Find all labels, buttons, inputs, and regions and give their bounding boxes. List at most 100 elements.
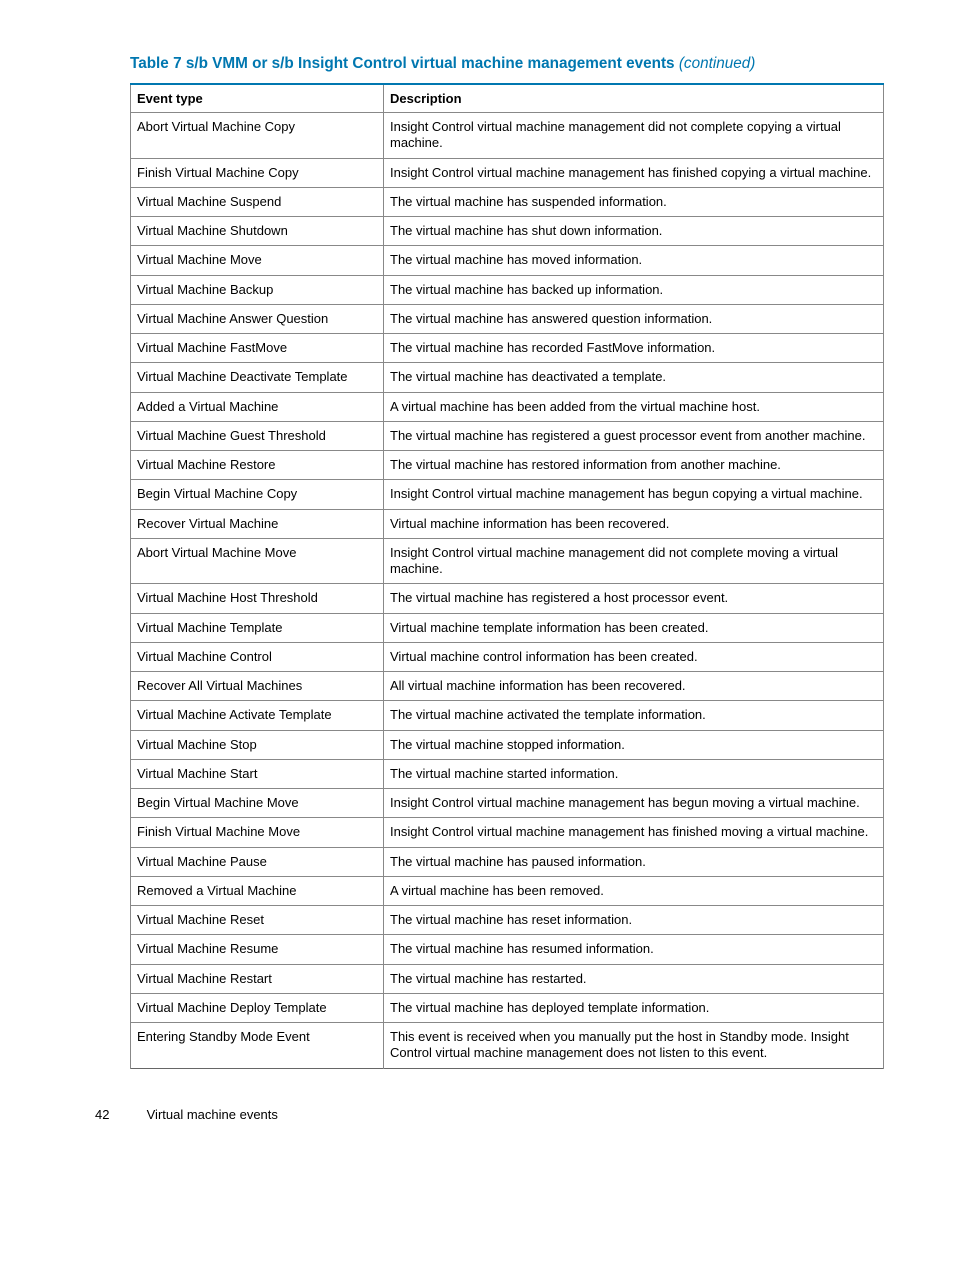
cell-description: The virtual machine has restored informa… — [384, 451, 884, 480]
cell-description: A virtual machine has been added from th… — [384, 392, 884, 421]
cell-event-type: Virtual Machine Shutdown — [131, 217, 384, 246]
cell-description: The virtual machine started information. — [384, 759, 884, 788]
cell-description: The virtual machine stopped information. — [384, 730, 884, 759]
cell-event-type: Virtual Machine Restart — [131, 964, 384, 993]
table-row: Finish Virtual Machine MoveInsight Contr… — [131, 818, 884, 847]
title-continued: (continued) — [679, 55, 756, 72]
cell-description: The virtual machine has reset informatio… — [384, 906, 884, 935]
table-row: Virtual Machine StopThe virtual machine … — [131, 730, 884, 759]
cell-event-type: Virtual Machine Pause — [131, 847, 384, 876]
cell-event-type: Virtual Machine Move — [131, 246, 384, 275]
cell-description: Insight Control virtual machine manageme… — [384, 480, 884, 509]
cell-event-type: Virtual Machine Answer Question — [131, 304, 384, 333]
table-row: Virtual Machine MoveThe virtual machine … — [131, 246, 884, 275]
cell-description: The virtual machine has resumed informat… — [384, 935, 884, 964]
cell-description: All virtual machine information has been… — [384, 672, 884, 701]
table-row: Virtual Machine SuspendThe virtual machi… — [131, 187, 884, 216]
cell-description: Virtual machine information has been rec… — [384, 509, 884, 538]
cell-description: The virtual machine has deployed templat… — [384, 993, 884, 1022]
cell-description: The virtual machine has registered a hos… — [384, 584, 884, 613]
cell-event-type: Virtual Machine Control — [131, 642, 384, 671]
cell-event-type: Abort Virtual Machine Move — [131, 538, 384, 584]
table-header-row: Event type Description — [131, 84, 884, 113]
cell-description: The virtual machine has paused informati… — [384, 847, 884, 876]
cell-description: The virtual machine has deactivated a te… — [384, 363, 884, 392]
title-main: Table 7 s/b VMM or s/b Insight Control v… — [130, 55, 679, 72]
cell-event-type: Virtual Machine Guest Threshold — [131, 421, 384, 450]
cell-description: The virtual machine has moved informatio… — [384, 246, 884, 275]
cell-event-type: Abort Virtual Machine Copy — [131, 113, 384, 159]
cell-description: The virtual machine activated the templa… — [384, 701, 884, 730]
table-row: Virtual Machine Deploy TemplateThe virtu… — [131, 993, 884, 1022]
table-row: Virtual Machine FastMoveThe virtual mach… — [131, 334, 884, 363]
table-row: Virtual Machine Host ThresholdThe virtua… — [131, 584, 884, 613]
cell-description: This event is received when you manually… — [384, 1023, 884, 1069]
cell-description: Virtual machine control information has … — [384, 642, 884, 671]
table-row: Virtual Machine ResumeThe virtual machin… — [131, 935, 884, 964]
table-row: Virtual Machine BackupThe virtual machin… — [131, 275, 884, 304]
table-row: Virtual Machine StartThe virtual machine… — [131, 759, 884, 788]
table-row: Virtual Machine Guest ThresholdThe virtu… — [131, 421, 884, 450]
cell-description: The virtual machine has restarted. — [384, 964, 884, 993]
page-footer: 42 Virtual machine events — [95, 1107, 884, 1122]
cell-event-type: Virtual Machine Host Threshold — [131, 584, 384, 613]
cell-event-type: Virtual Machine Deactivate Template — [131, 363, 384, 392]
cell-description: The virtual machine has recorded FastMov… — [384, 334, 884, 363]
cell-event-type: Virtual Machine Restore — [131, 451, 384, 480]
table-row: Recover Virtual MachineVirtual machine i… — [131, 509, 884, 538]
cell-description: Insight Control virtual machine manageme… — [384, 818, 884, 847]
cell-description: Virtual machine template information has… — [384, 613, 884, 642]
cell-event-type: Entering Standby Mode Event — [131, 1023, 384, 1069]
table-row: Virtual Machine ControlVirtual machine c… — [131, 642, 884, 671]
cell-description: The virtual machine has shut down inform… — [384, 217, 884, 246]
cell-event-type: Removed a Virtual Machine — [131, 876, 384, 905]
table-row: Virtual Machine TemplateVirtual machine … — [131, 613, 884, 642]
section-name: Virtual machine events — [147, 1107, 278, 1122]
events-table: Event type Description Abort Virtual Mac… — [130, 83, 884, 1069]
cell-description: The virtual machine has backed up inform… — [384, 275, 884, 304]
cell-event-type: Virtual Machine Activate Template — [131, 701, 384, 730]
cell-event-type: Virtual Machine Reset — [131, 906, 384, 935]
cell-description: Insight Control virtual machine manageme… — [384, 789, 884, 818]
cell-event-type: Virtual Machine Deploy Template — [131, 993, 384, 1022]
table-row: Virtual Machine ShutdownThe virtual mach… — [131, 217, 884, 246]
table-row: Virtual Machine Deactivate TemplateThe v… — [131, 363, 884, 392]
table-row: Virtual Machine Activate TemplateThe vir… — [131, 701, 884, 730]
cell-event-type: Virtual Machine FastMove — [131, 334, 384, 363]
table-row: Virtual Machine RestoreThe virtual machi… — [131, 451, 884, 480]
table-row: Virtual Machine Answer QuestionThe virtu… — [131, 304, 884, 333]
cell-description: Insight Control virtual machine manageme… — [384, 113, 884, 159]
cell-event-type: Virtual Machine Stop — [131, 730, 384, 759]
cell-event-type: Finish Virtual Machine Move — [131, 818, 384, 847]
table-row: Added a Virtual MachineA virtual machine… — [131, 392, 884, 421]
cell-event-type: Virtual Machine Start — [131, 759, 384, 788]
cell-event-type: Recover All Virtual Machines — [131, 672, 384, 701]
table-row: Abort Virtual Machine MoveInsight Contro… — [131, 538, 884, 584]
cell-event-type: Begin Virtual Machine Copy — [131, 480, 384, 509]
table-title: Table 7 s/b VMM or s/b Insight Control v… — [130, 55, 884, 73]
cell-description: Insight Control virtual machine manageme… — [384, 158, 884, 187]
cell-description: A virtual machine has been removed. — [384, 876, 884, 905]
cell-event-type: Added a Virtual Machine — [131, 392, 384, 421]
cell-event-type: Begin Virtual Machine Move — [131, 789, 384, 818]
cell-event-type: Finish Virtual Machine Copy — [131, 158, 384, 187]
cell-description: The virtual machine has registered a gue… — [384, 421, 884, 450]
table-row: Recover All Virtual MachinesAll virtual … — [131, 672, 884, 701]
cell-event-type: Virtual Machine Resume — [131, 935, 384, 964]
table-row: Begin Virtual Machine CopyInsight Contro… — [131, 480, 884, 509]
cell-event-type: Virtual Machine Suspend — [131, 187, 384, 216]
header-event-type: Event type — [131, 84, 384, 113]
cell-event-type: Virtual Machine Backup — [131, 275, 384, 304]
table-row: Virtual Machine PauseThe virtual machine… — [131, 847, 884, 876]
table-row: Finish Virtual Machine CopyInsight Contr… — [131, 158, 884, 187]
table-row: Virtual Machine ResetThe virtual machine… — [131, 906, 884, 935]
header-description: Description — [384, 84, 884, 113]
cell-event-type: Virtual Machine Template — [131, 613, 384, 642]
table-row: Virtual Machine RestartThe virtual machi… — [131, 964, 884, 993]
table-row: Entering Standby Mode EventThis event is… — [131, 1023, 884, 1069]
cell-description: The virtual machine has answered questio… — [384, 304, 884, 333]
page-number: 42 — [95, 1107, 143, 1122]
table-row: Removed a Virtual MachineA virtual machi… — [131, 876, 884, 905]
cell-description: Insight Control virtual machine manageme… — [384, 538, 884, 584]
table-row: Begin Virtual Machine MoveInsight Contro… — [131, 789, 884, 818]
